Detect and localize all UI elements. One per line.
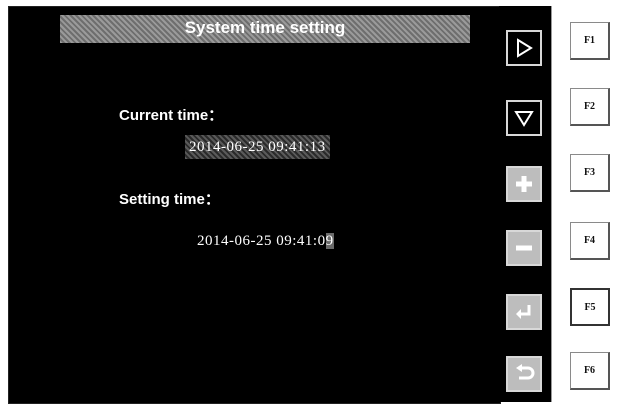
- minus-icon: [516, 245, 532, 251]
- setting-time-selected-digit[interactable]: 9: [325, 233, 334, 249]
- right-button[interactable]: [506, 30, 542, 66]
- f4-key[interactable]: F4: [570, 222, 610, 260]
- return-icon: [516, 364, 535, 380]
- side-button-column: [499, 6, 551, 402]
- lcd-screen: System time setting Current time： 2014-0…: [8, 6, 501, 404]
- function-key-column: F1 F2 F3 F4 F5 F6: [551, 6, 618, 402]
- setting-time-label: Setting time：: [119, 191, 220, 208]
- enter-button[interactable]: [506, 294, 542, 330]
- f1-key[interactable]: F1: [570, 22, 610, 60]
- increase-button[interactable]: [506, 166, 542, 202]
- right-triangle-icon: [517, 38, 533, 58]
- page-title: System time setting: [60, 15, 470, 43]
- f3-key[interactable]: F3: [570, 154, 610, 192]
- setting-time-field[interactable]: 2014-06-25 09:41:09: [197, 233, 334, 250]
- f2-key[interactable]: F2: [570, 88, 610, 126]
- decrease-button[interactable]: [506, 230, 542, 266]
- f5-key[interactable]: F5: [570, 288, 610, 326]
- current-time-value: 2014-06-25 09:41:13: [185, 135, 330, 159]
- down-triangle-icon: [514, 111, 534, 127]
- setting-time-value: 2014-06-25 09:41:0: [197, 233, 326, 249]
- down-button[interactable]: [506, 100, 542, 136]
- enter-icon: [516, 305, 531, 319]
- plus-icon: [516, 176, 532, 192]
- f6-key[interactable]: F6: [570, 352, 610, 390]
- return-button[interactable]: [506, 356, 542, 392]
- current-time-label: Current time：: [119, 107, 224, 124]
